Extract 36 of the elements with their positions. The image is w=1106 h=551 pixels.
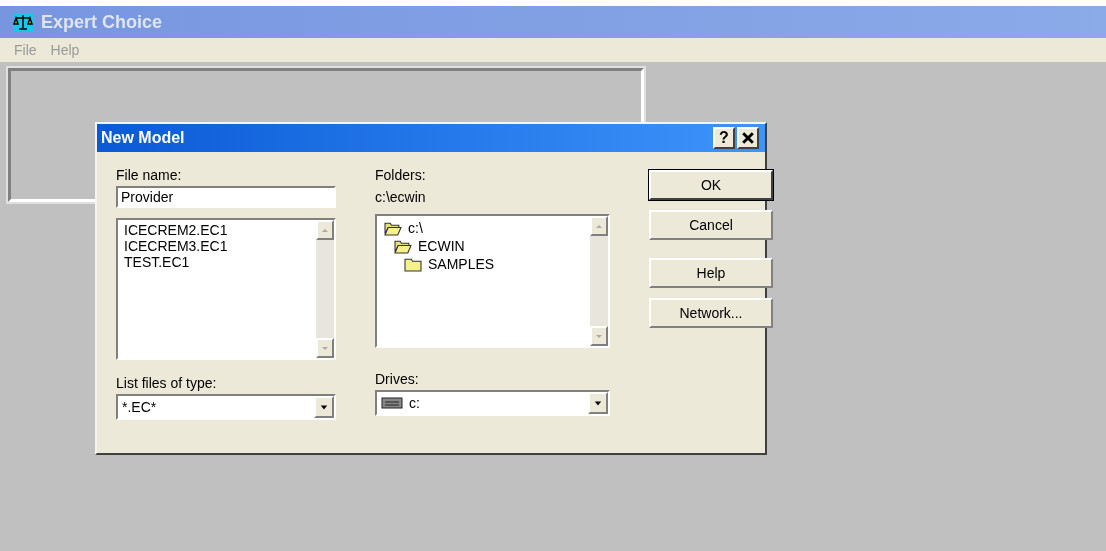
scroll-up-icon[interactable]: [590, 216, 608, 236]
dialog-button[interactable]: Cancel: [649, 210, 773, 240]
folder-icon: [403, 256, 423, 272]
folder-item[interactable]: ECWIN: [418, 238, 465, 254]
open-folder-icon: [383, 220, 403, 236]
list-entry[interactable]: ICECREM3.EC1: [124, 238, 310, 254]
open-folder-icon: [393, 238, 413, 254]
drive-icon: [381, 397, 403, 409]
file-name-field[interactable]: Provider: [116, 186, 336, 208]
scroll-down-icon[interactable]: [316, 338, 334, 358]
help-button[interactable]: ?: [713, 127, 735, 149]
dialog-button[interactable]: OK: [649, 170, 773, 200]
field-label: Folders:: [375, 166, 427, 184]
file-type-dropdown[interactable]: *.EC*: [116, 394, 336, 420]
field-label: Drives:: [375, 370, 420, 388]
scroll-up-icon[interactable]: [316, 220, 334, 240]
scrollbar[interactable]: [316, 220, 334, 358]
drives-dropdown[interactable]: c:: [375, 390, 610, 416]
close-icon[interactable]: [737, 127, 759, 149]
scrollbar[interactable]: [590, 216, 608, 346]
field-label: File name:: [116, 166, 183, 184]
dialog-button[interactable]: Help: [649, 258, 773, 288]
folder-item[interactable]: c:\: [408, 220, 423, 236]
dropdown-caret-icon[interactable]: [314, 396, 334, 418]
scroll-down-icon[interactable]: [590, 326, 608, 346]
drive-value: c:: [409, 395, 420, 411]
list-entry[interactable]: ICECREM2.EC1: [124, 222, 310, 238]
scales-icon: [13, 13, 33, 31]
dropdown-caret-icon[interactable]: [588, 392, 608, 414]
folder-item[interactable]: SAMPLES: [428, 256, 495, 272]
list-entry[interactable]: TEST.EC1: [124, 254, 310, 270]
dialog-button[interactable]: Network...: [649, 298, 773, 328]
field-label: List files of type:: [116, 374, 218, 392]
current-path: c:\ecwin: [375, 188, 427, 206]
dialog-title: New Model: [101, 129, 186, 147]
window-title: Expert Choice: [41, 11, 163, 33]
